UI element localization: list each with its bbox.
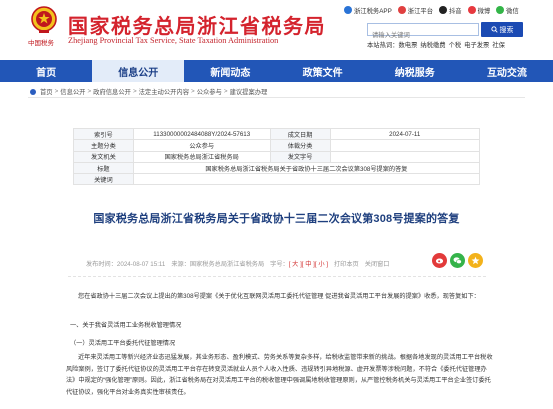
nav-item-news[interactable]: 新闻动态 [184,60,276,82]
breadcrumb-item[interactable]: 信息公开 [60,87,85,96]
article-heading: 一、关于我省灵活用工业务税收管理情况 [70,322,182,329]
issuer-value: 国家税务总局浙江省税务局 [132,150,271,163]
article-meta: 发布时间：2024-08-07 15:11 来源：国家税务总局浙江省税务局 字号… [86,259,389,268]
emblem-caption: 中国税务 [28,39,54,47]
app-link-label: 抖音 [448,7,462,15]
hot-word-link[interactable]: 电子发票 [464,42,489,49]
genre-value [329,139,480,152]
issuer-label: 发文机关 [73,150,134,163]
search-button[interactable]: 搜索 [481,22,523,37]
app-link-label: 微博 [477,7,491,15]
search-field [367,23,479,41]
wechat-share-icon[interactable] [450,253,465,268]
hot-word-link[interactable]: 社保 [492,42,505,49]
app-link-label: 浙江平台 [407,7,433,15]
app-link-zhejiang-tax-app[interactable]: 浙江税务APP [344,4,392,16]
search-button-label: 搜索 [499,26,514,34]
topic-value: 公众参与 [132,139,271,152]
breadcrumb: 首页 > 信息公开 > 政府信息公开 > 法定主动公开内容 > 公众参与 > 建议提案办理 [30,87,267,96]
hot-words-label: 本站热词： [367,42,399,49]
tax-emblem-icon [31,6,57,33]
nav-item-home[interactable]: 首页 [0,60,92,82]
doc-number-label: 发文字号 [269,150,331,163]
print-link[interactable]: 打印本页 [334,259,359,268]
font-size-large-link[interactable]: [ 大 ] [289,261,302,268]
doc-number-value [329,150,480,163]
site-header: 中国税务 国家税务总局浙江省税务局 Zhejiang Provincial Ta… [0,0,553,60]
table-row: 索引号 11330000002484088Y/2024-57613 成文日期 2… [73,127,480,141]
document-info-table: 索引号 11330000002484088Y/2024-57613 成文日期 2… [73,127,481,186]
app-link-label: 浙江税务APP [354,7,392,15]
table-row: 发文机关 国家税务总局浙江省税务局 发文字号 [73,150,480,163]
article-paragraph: 您在省政协十三届二次会议上提出的第308号提案《关于优化互联网灵活用工委托代征管… [78,293,480,300]
font-size-switcher: 字号：[ 大 ][ 中 ][ 小 ] [270,259,328,268]
keyword-value [132,173,481,186]
hot-word-link[interactable]: 个税 [449,42,462,49]
breadcrumb-separator: > [191,88,195,95]
article-source: 来源：国家税务总局浙江省税务局 [171,261,265,268]
nav-item-interaction[interactable]: 互动交流 [461,60,553,82]
nav-item-tax-service[interactable]: 纳税服务 [369,60,461,82]
close-window-link[interactable]: 关闭窗口 [365,259,390,268]
breadcrumb-item[interactable]: 政府信息公开 [93,87,131,96]
date-value: 2024-07-11 [329,127,480,141]
weibo-share-icon[interactable] [432,253,447,268]
hot-word-link[interactable]: 数电票 [398,42,417,49]
site-title[interactable]: 国家税务总局浙江省税务局 [68,10,326,39]
main-nav: 首页 信息公开 新闻动态 政策文件 纳税服务 互动交流 [0,60,553,82]
site-subtitle: Zhejiang Provincial Tax Service, State T… [68,36,279,45]
app-link-wechat[interactable]: 微信 [496,4,519,16]
table-row: 关键词 [73,173,481,186]
location-pin-icon [30,88,36,95]
article-title: 国家税务总局浙江省税务局关于省政协十三届二次会议第308号提案的答复 [93,213,460,225]
share-buttons [432,253,483,268]
app-links: 浙江税务APP 浙江平台 抖音 微博 微信 [344,4,519,16]
mobile-app-icon [344,6,352,14]
wechat-icon [496,6,505,14]
breadcrumb-item[interactable]: 法定主动公开内容 [139,87,189,96]
article-subheading: （一）灵活用工平台委托代征管理情况 [70,340,176,347]
topic-label: 主题分类 [73,139,134,152]
genre-label: 体裁分类 [269,139,331,152]
article-paragraph: 近年来灵活用工等新兴经济业态迅猛发展，其业务形态、盈利模式、劳务关系等复杂多样，… [66,354,493,396]
app-link-douyin[interactable]: 抖音 [438,4,462,16]
article-divider [68,276,486,277]
font-size-small-link[interactable]: [ 小 ] [315,261,328,268]
hot-words: 本站热词：数电票 纳税缴费 个税 电子发票 社保 [367,40,508,49]
keyword-label: 关键词 [73,173,134,186]
hot-word-link[interactable]: 纳税缴费 [420,42,445,49]
app-link-label: 微信 [506,7,519,15]
weibo-icon [467,6,476,14]
breadcrumb-item[interactable]: 公众参与 [197,87,222,96]
font-size-medium-link[interactable]: [ 中 ] [302,261,315,268]
index-value: 11330000002484088Y/2024-57613 [132,127,271,141]
publish-time: 发布时间：2024-08-07 15:11 [86,261,166,268]
index-label: 索引号 [73,127,134,141]
qzone-share-icon[interactable] [468,253,483,268]
nav-item-policies[interactable]: 政策文件 [277,60,369,82]
douyin-icon [438,6,447,14]
app-link-weibo[interactable]: 微博 [467,4,491,16]
breadcrumb-separator: > [87,88,92,95]
date-label: 成文日期 [269,127,331,141]
table-row: 主题分类 公众参与 体裁分类 [73,139,480,152]
app-link-platform[interactable]: 浙江平台 [397,4,433,16]
breadcrumb-separator: > [54,88,59,95]
title-value: 国家税务总局浙江省税务局关于省政协十三届二次会议第308号提案的答复 [132,161,481,175]
breadcrumb-separator: > [223,88,228,95]
breadcrumb-separator: > [132,88,137,95]
font-size-label: 字号： [270,261,289,268]
platform-icon [397,6,406,14]
search-icon [490,26,498,33]
breadcrumb-divider [28,97,525,98]
breadcrumb-item[interactable]: 建议提案办理 [230,87,268,96]
table-row: 标题 国家税务总局浙江省税务局关于省政协十三届二次会议第308号提案的答复 [73,161,481,175]
title-label: 标题 [73,161,134,175]
breadcrumb-item[interactable]: 首页 [40,87,53,96]
nav-item-info-disclosure[interactable]: 信息公开 [92,60,185,82]
